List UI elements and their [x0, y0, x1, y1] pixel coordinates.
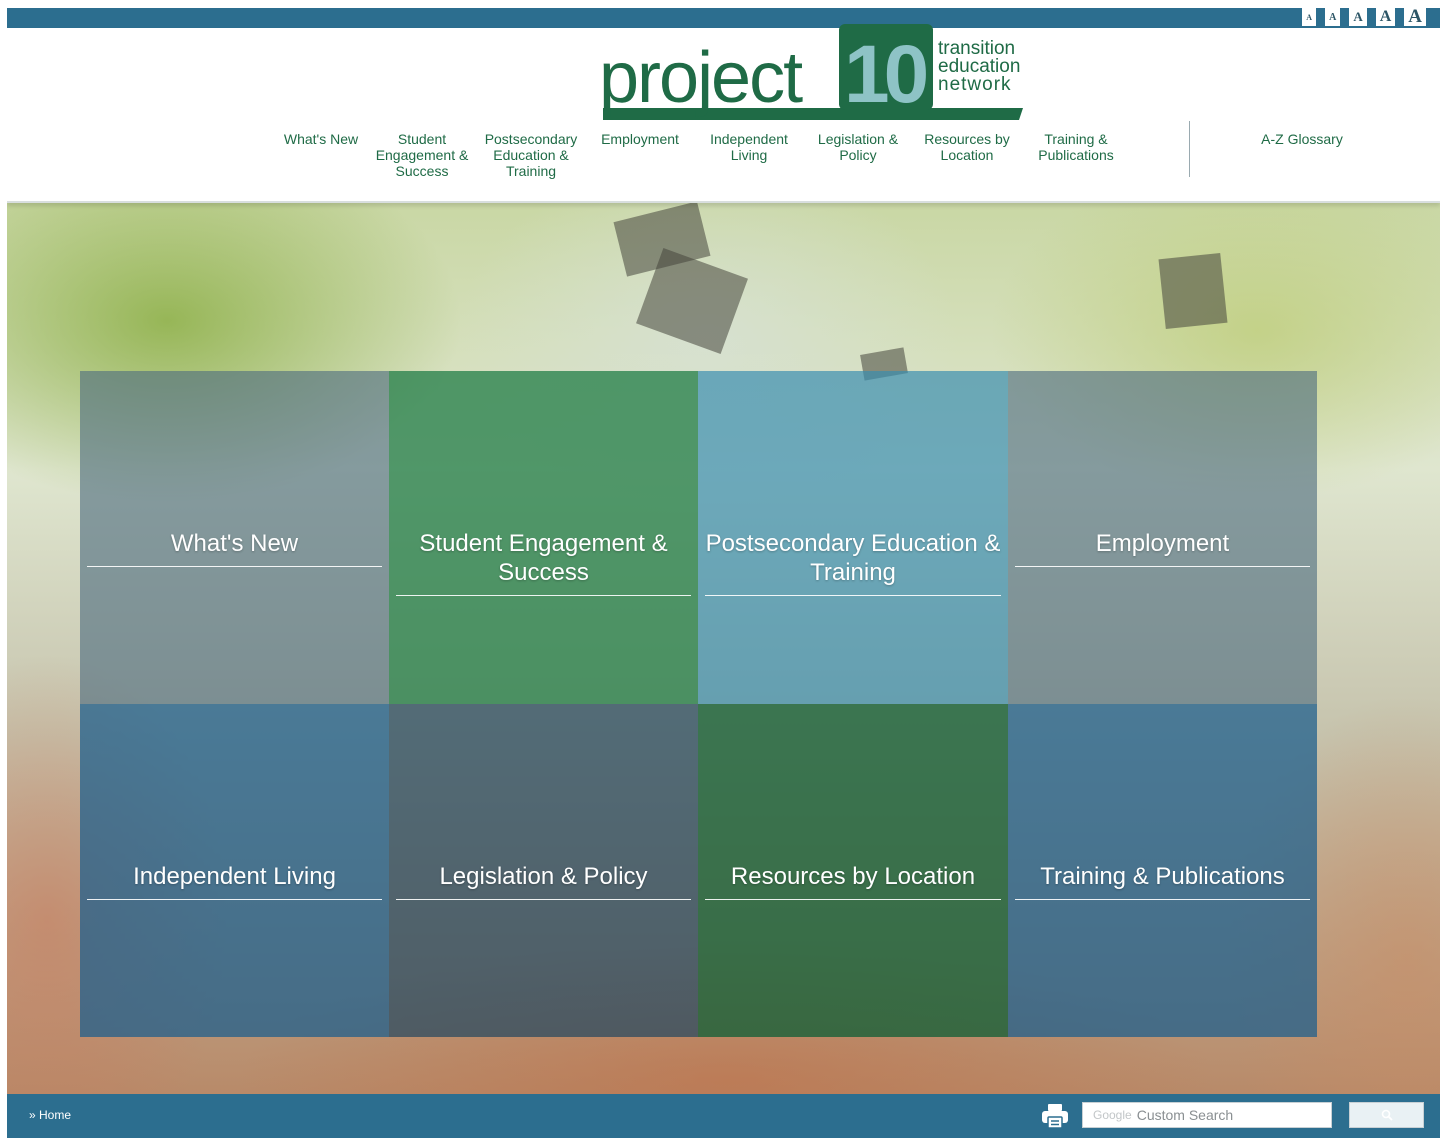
tile-label: Student Engagement & Success	[396, 529, 691, 596]
tile-independent-living[interactable]: Independent Living	[80, 704, 389, 1037]
hero-background: What's New Student Engagement & Success …	[7, 201, 1440, 1094]
font-size-m-button[interactable]: A	[1349, 8, 1367, 26]
search-input[interactable]: Google Custom Search	[1082, 1102, 1332, 1128]
tile-whats-new[interactable]: What's New	[80, 371, 389, 704]
font-size-s-button[interactable]: A	[1325, 8, 1341, 26]
tile-student-engagement[interactable]: Student Engagement & Success	[389, 371, 698, 704]
search-icon	[1381, 1109, 1393, 1121]
tile-label: Postsecondary Education & Training	[705, 529, 1001, 596]
tile-label: Employment	[1015, 529, 1310, 567]
tile-legislation[interactable]: Legislation & Policy	[389, 704, 698, 1037]
font-size-xl-button[interactable]: A	[1404, 8, 1426, 27]
nav-item-resources-by-location[interactable]: Resources by Location	[913, 131, 1021, 179]
breadcrumb-home[interactable]: » Home	[29, 1108, 71, 1122]
font-size-xs-button[interactable]: A	[1302, 8, 1317, 26]
font-size-controls: A A A A A	[1302, 8, 1426, 27]
nav-item-postsecondary[interactable]: Postsecondary Education & Training	[477, 131, 585, 179]
topic-tiles: What's New Student Engagement & Success …	[80, 371, 1317, 1037]
search-brand: Google	[1093, 1108, 1132, 1122]
tile-label: Independent Living	[87, 862, 382, 900]
nav-divider	[1189, 121, 1190, 177]
font-size-l-button[interactable]: A	[1375, 8, 1396, 26]
tile-resources-by-location[interactable]: Resources by Location	[698, 704, 1008, 1037]
logo-tagline-3: network	[938, 74, 1012, 95]
search-button[interactable]	[1349, 1102, 1424, 1128]
printer-icon[interactable]	[1040, 1102, 1070, 1130]
tile-label: Legislation & Policy	[396, 862, 691, 900]
nav-item-whats-new[interactable]: What's New	[275, 131, 367, 179]
nav-item-glossary[interactable]: A-Z Glossary	[1247, 131, 1357, 147]
page: A A A A A project 10 transition educatio…	[7, 8, 1440, 1138]
tile-postsecondary[interactable]: Postsecondary Education & Training	[698, 371, 1008, 704]
nav-item-training-publications[interactable]: Training & Publications	[1021, 131, 1131, 179]
nav-item-student-engagement[interactable]: Student Engagement & Success	[367, 131, 477, 179]
tile-label: What's New	[87, 529, 382, 567]
nav-item-independent-living[interactable]: Independent Living	[695, 131, 803, 179]
logo-word: project	[599, 38, 803, 118]
site-header: project 10 transition education network …	[7, 24, 1440, 203]
nav-item-legislation[interactable]: Legislation & Policy	[803, 131, 913, 179]
footer-bar: » Home Google Custom Search	[7, 1094, 1440, 1138]
search-placeholder: Custom Search	[1136, 1107, 1234, 1123]
tile-label: Training & Publications	[1015, 862, 1310, 900]
tile-training-publications[interactable]: Training & Publications	[1008, 704, 1317, 1037]
tile-employment[interactable]: Employment	[1008, 371, 1317, 704]
graduation-cap-shape	[1158, 252, 1228, 330]
nav-item-employment[interactable]: Employment	[585, 131, 695, 179]
logo-number: 10	[844, 29, 927, 120]
site-logo[interactable]: project 10 transition education network	[595, 16, 1025, 128]
main-nav: What's New Student Engagement & Success …	[275, 131, 1131, 179]
tile-label: Resources by Location	[705, 862, 1001, 900]
